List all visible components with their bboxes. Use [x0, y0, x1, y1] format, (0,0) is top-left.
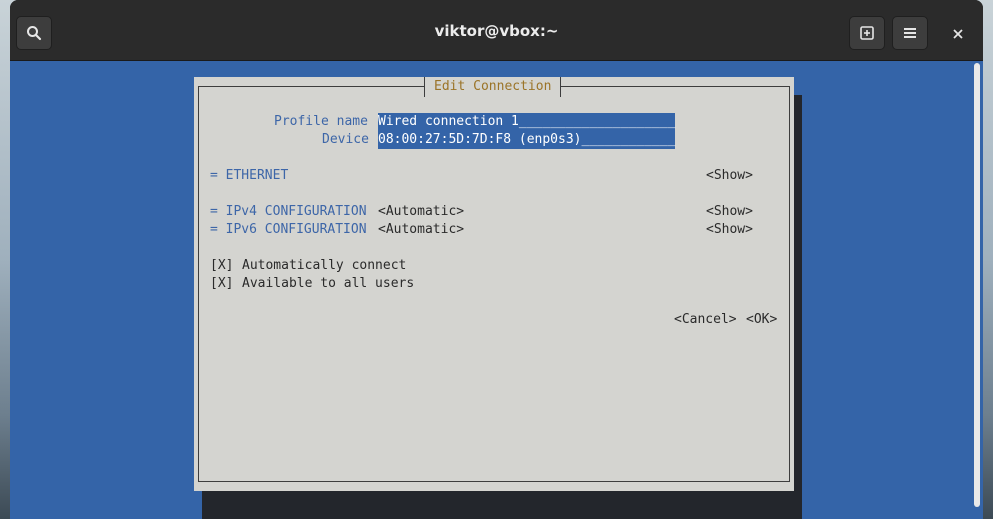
ipv4-show-button[interactable]: <Show> [706, 203, 753, 221]
profile-name-label: Profile name [274, 114, 368, 129]
ok-button[interactable]: <OK> [746, 311, 777, 329]
ipv6-section-toggle[interactable]: = IPv6 CONFIGURATION [210, 221, 367, 239]
ethernet-show-button[interactable]: <Show> [706, 167, 753, 185]
window-title: viktor@vbox:~ [434, 22, 559, 40]
close-button[interactable] [947, 22, 969, 44]
new-tab-button[interactable] [849, 16, 885, 50]
auto-connect-label: Automatically connect [242, 258, 407, 273]
hamburger-menu-icon [903, 27, 917, 39]
ipv4-mode-dropdown[interactable]: <Automatic> [378, 203, 464, 221]
device-value: 08:00:27:5D:7D:F8 (enp0s3) [378, 132, 582, 147]
edit-connection-dialog: Edit Connection Profile name Wired conne… [194, 77, 794, 491]
profile-name-value: Wired connection 1 [378, 114, 519, 129]
ethernet-section-toggle[interactable]: = ETHERNET [210, 167, 288, 185]
new-tab-icon [859, 25, 875, 41]
ipv6-show-button[interactable]: <Show> [706, 221, 753, 239]
device-label: Device [322, 132, 369, 147]
all-users-checkbox[interactable]: [X] [210, 275, 233, 293]
auto-connect-checkbox[interactable]: [X] [210, 257, 233, 275]
menu-button[interactable] [892, 16, 928, 50]
profile-name-fill: ____________________ [518, 114, 676, 129]
device-field[interactable]: 08:00:27:5D:7D:F8 (enp0s3)____________ [378, 131, 676, 149]
terminal-area[interactable]: Edit Connection Profile name Wired conne… [10, 61, 983, 519]
header-bar: viktor@vbox:~ [10, 0, 983, 61]
profile-name-field[interactable]: Wired connection 1____________________ [378, 113, 676, 131]
ipv6-mode-dropdown[interactable]: <Automatic> [378, 221, 464, 239]
close-icon [953, 24, 963, 43]
all-users-label: Available to all users [242, 276, 415, 291]
cancel-button[interactable]: <Cancel> [674, 311, 737, 329]
scrollbar-thumb[interactable] [974, 63, 980, 507]
device-fill: ____________ [581, 132, 676, 147]
scrollbar[interactable] [970, 61, 983, 519]
dialog-title: Edit Connection [424, 77, 562, 97]
terminal-window: viktor@vbox:~ Edit Connection Profile na… [10, 0, 983, 519]
ipv4-section-toggle[interactable]: = IPv4 CONFIGURATION [210, 203, 367, 221]
